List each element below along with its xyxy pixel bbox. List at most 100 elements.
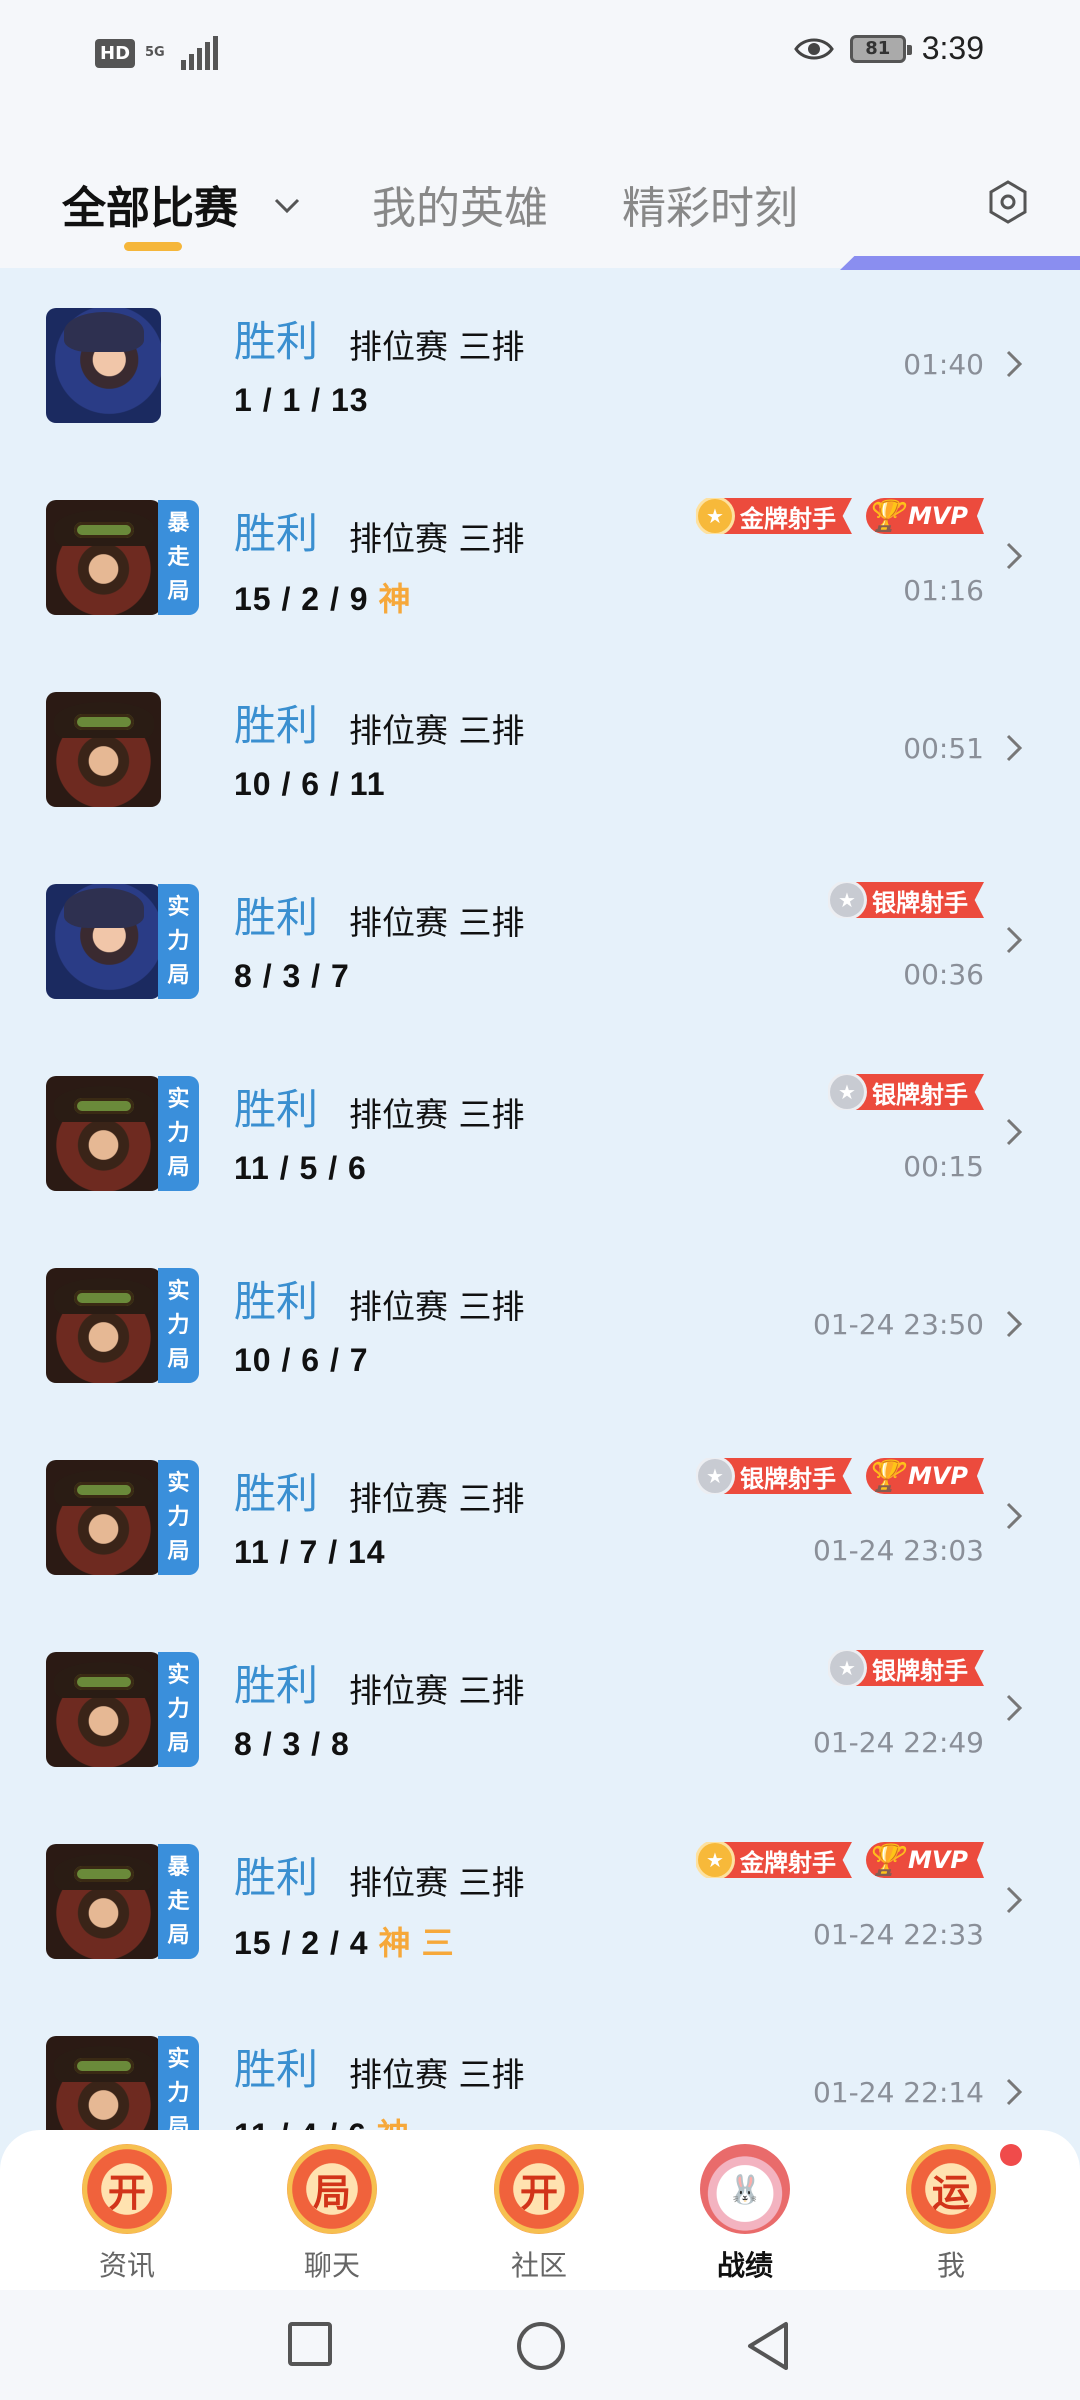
status-left: HD 5G [95, 36, 219, 70]
recents-icon[interactable] [286, 2320, 334, 2368]
match-result: 胜利 [234, 1085, 319, 1134]
match-time: 00:36 [903, 958, 984, 991]
back-icon[interactable] [744, 2320, 792, 2372]
match-time: 01-24 22:49 [813, 1726, 984, 1759]
chevron-right-icon[interactable] [1002, 1880, 1026, 1920]
lucky-charm-icon[interactable]: 开 [82, 2144, 172, 2234]
tab-my-heroes[interactable]: 我的英雄 [372, 172, 548, 236]
kda-value: 8 / 3 / 8 [234, 1726, 350, 1762]
trophy-icon: 🏆 [866, 1458, 904, 1494]
gold-shooter-badge: ★ 金牌射手 [695, 1842, 852, 1878]
kda-value: 1 / 1 / 13 [234, 382, 369, 418]
nav-item-2[interactable]: 开社区 [484, 2144, 594, 2284]
nav-item-1[interactable]: 局聊天 [277, 2144, 387, 2284]
badge-label: 银牌射手 [872, 1080, 968, 1109]
badge-label: MVP [907, 502, 968, 530]
match-row[interactable]: 实力局胜利 排位赛 三排 8 / 3 / 8 ★ 银牌射手 01-24 22:49 [0, 1612, 1080, 1804]
lucky-charm-icon[interactable]: 局 [287, 2144, 377, 2234]
badge-label: MVP [907, 1846, 968, 1874]
match-row[interactable]: 实力局胜利 排位赛 三排 10 / 6 / 7 01-24 23:50 [0, 1228, 1080, 1420]
badge-group: ★ 银牌射手 [828, 1650, 984, 1686]
tag-char: 实 [167, 1086, 190, 1112]
kda-value: 10 / 6 / 7 [234, 1342, 369, 1378]
lucky-charm-icon[interactable]: 运 [906, 2144, 996, 2234]
hero-avatar-wrap: 实力局 [46, 1460, 199, 1575]
chevron-right-icon[interactable] [1002, 536, 1026, 576]
hero-goggles [74, 714, 134, 730]
tag-char: 暴 [167, 510, 190, 536]
tag-char: 实 [167, 2046, 190, 2072]
match-kda: 15 / 2 / 4神 三 [234, 1918, 454, 1964]
hero-avatar-wrap [46, 308, 199, 423]
match-mode: 排位赛 三排 [349, 711, 525, 750]
star-medal-icon: ★ [697, 1459, 732, 1493]
tag-char: 走 [167, 544, 190, 570]
hero-avatar-wrap: 暴走局 [46, 500, 199, 615]
nav-label: 聊天 [303, 2249, 360, 2282]
status-right: 81 3:39 [793, 30, 984, 67]
hero-avatar [46, 1076, 161, 1191]
match-row[interactable]: 实力局胜利排位赛 三排11 / 4 / 6神01-24 22:14 [0, 1996, 1080, 2130]
nav-label: 社区 [510, 2249, 567, 2282]
chevron-right-icon[interactable] [1002, 1496, 1026, 1536]
hero-avatar [46, 692, 161, 807]
hero-avatar [46, 500, 161, 615]
silver-shooter-badge: ★ 银牌射手 [695, 1458, 852, 1494]
star-medal-icon: ★ [830, 1075, 864, 1109]
match-row[interactable]: 实力局胜利 排位赛 三排 11 / 5 / 6 ★ 银牌射手 00:15 [0, 1036, 1080, 1228]
silver-shooter-badge: ★ 银牌射手 [828, 1650, 984, 1686]
kda-value: 10 / 6 / 11 [234, 766, 386, 802]
bunny-icon[interactable]: 🐰 [700, 2144, 790, 2234]
match-row[interactable]: 暴走局胜利 排位赛 三排 15 / 2 / 4神 三 ★ 金牌射手 🏆 MVP 01-24 2… [0, 1804, 1080, 1996]
match-kda: 15 / 2 / 9神 [234, 574, 411, 620]
lucky-charm-icon[interactable]: 开 [494, 2144, 584, 2234]
match-row[interactable]: 暴走局胜利 排位赛 三排 15 / 2 / 9 神 ★ 金牌射手 🏆 MVP 01:16 [0, 460, 1080, 652]
nav-label: 我 [936, 2249, 965, 2282]
match-row[interactable]: 胜利 排位赛 三排 10 / 6 / 11 00:51 [0, 652, 1080, 844]
hero-goggles [74, 1098, 134, 1114]
match-quality-tag: 实力局 [158, 884, 199, 999]
silver-shooter-badge: ★ 银牌射手 [828, 882, 984, 918]
nav-item-3[interactable]: 🐰 战绩 [690, 2144, 800, 2284]
match-result: 胜利 [234, 893, 319, 942]
hero-goggles [74, 2058, 134, 2074]
chevron-right-icon[interactable] [1002, 1304, 1026, 1344]
system-nav-bar [0, 2290, 1080, 2400]
trophy-icon: 🏆 [866, 1842, 904, 1878]
battery-icon: 81 [849, 34, 912, 63]
chevron-right-icon[interactable] [1002, 728, 1026, 768]
chevron-right-icon[interactable] [1002, 1688, 1026, 1728]
match-kda: 11 / 4 / 6 神 [234, 2110, 409, 2130]
tab-highlights[interactable]: 精彩时刻 [622, 172, 798, 236]
home-icon[interactable] [515, 2320, 567, 2372]
chevron-right-icon[interactable] [1002, 344, 1026, 384]
chevron-right-icon[interactable] [1002, 920, 1026, 960]
match-quality-tag: 实力局 [158, 1268, 199, 1383]
match-row[interactable]: 实力局胜利 排位赛 三排 8 / 3 / 7 ★ 银牌射手 00:36 [0, 844, 1080, 1036]
match-mode: 排位赛 三排 [349, 1479, 525, 1518]
hero-goggles [74, 1482, 134, 1498]
match-row[interactable]: 胜利 排位赛 三排 1 / 1 / 13 01:40 [0, 268, 1080, 460]
match-time: 00:51 [903, 732, 984, 765]
tag-char: 局 [167, 578, 190, 604]
tab-all-matches[interactable]: 全部比赛 [62, 172, 238, 236]
nav-item-4[interactable]: 运我 [896, 2144, 1006, 2284]
performance-mark: 神 [378, 580, 411, 618]
chevron-down-icon[interactable] [270, 188, 304, 222]
nav-item-0[interactable]: 开资讯 [72, 2144, 182, 2284]
star-medal-icon: ★ [830, 1651, 864, 1685]
match-result: 胜利 [234, 1661, 319, 1710]
kda-value: 11 / 5 / 6 [234, 1150, 367, 1186]
match-mode: 排位赛 三排 [349, 903, 525, 942]
match-mode: 排位赛 三排 [349, 1863, 525, 1902]
tag-char: 力 [167, 1504, 190, 1530]
match-list: 胜利 排位赛 三排 1 / 1 / 13 01:40 暴走局胜利 排位赛 三排 15 / 2… [0, 268, 1080, 2130]
chevron-right-icon[interactable] [1002, 2072, 1026, 2112]
hero-avatar [46, 1460, 161, 1575]
chevron-right-icon[interactable] [1002, 1112, 1026, 1152]
tag-char: 力 [167, 1696, 190, 1722]
tag-char: 实 [167, 894, 190, 920]
match-row[interactable]: 实力局胜利 排位赛 三排 11 / 7 / 14 ★ 银牌射手 🏆 MVP 01-24 23:… [0, 1420, 1080, 1612]
hero-avatar [46, 884, 161, 999]
settings-hex-icon[interactable] [986, 178, 1030, 226]
